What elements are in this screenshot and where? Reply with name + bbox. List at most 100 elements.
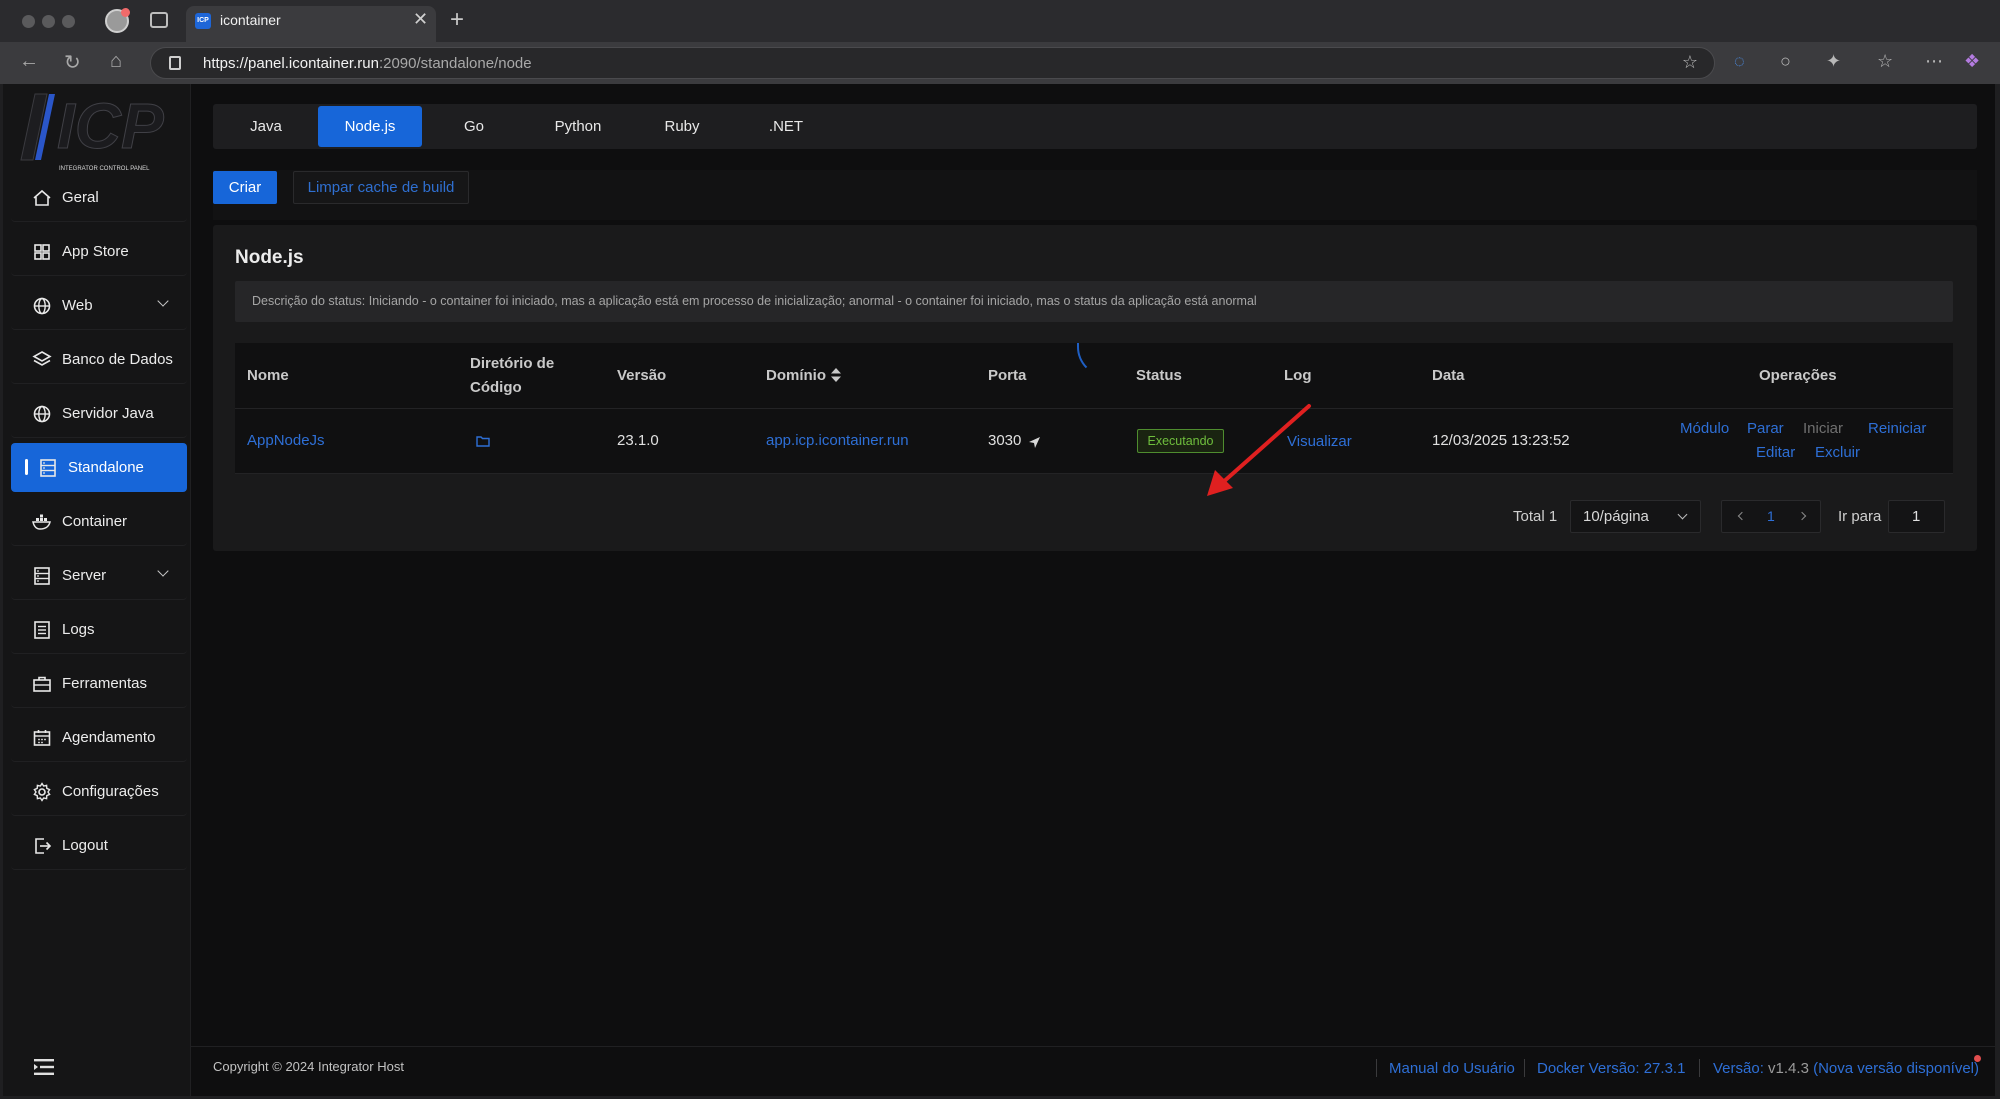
- sidebar-item-ferramentas[interactable]: Ferramentas: [11, 659, 187, 708]
- server-icon: [34, 567, 50, 585]
- sidebar-item-label: Logout: [62, 837, 108, 854]
- tab-nodejs[interactable]: Node.js: [318, 106, 422, 147]
- stop-link[interactable]: Parar: [1747, 420, 1784, 437]
- app-date: 12/03/2025 13:23:52: [1432, 432, 1570, 449]
- favorites-icon[interactable]: ☆: [1877, 51, 1893, 72]
- collapse-menu-icon[interactable]: [34, 1059, 54, 1075]
- new-version-link[interactable]: (Nova versão disponível): [1813, 1060, 1979, 1077]
- col-header-diretorio-1: Diretório de: [470, 355, 555, 372]
- sidebar-item-web[interactable]: Web: [11, 281, 187, 330]
- back-icon[interactable]: ←: [19, 50, 39, 73]
- tab-python[interactable]: Python: [526, 106, 630, 147]
- user-manual-link[interactable]: Manual do Usuário: [1389, 1060, 1515, 1077]
- window-close-button[interactable]: [22, 15, 35, 28]
- sidebar-item-logs[interactable]: Logs: [11, 605, 187, 654]
- window-minimize-button[interactable]: [42, 15, 55, 28]
- chevron-down-icon: [157, 565, 169, 577]
- extension-icon[interactable]: ◌: [1734, 51, 1745, 72]
- sidebar-item-geral[interactable]: Geral: [11, 173, 187, 222]
- panel-version[interactable]: Versão: v1.4.3 (Nova versão disponível): [1713, 1060, 1979, 1077]
- sidebar-item-agendamento[interactable]: Agendamento: [11, 713, 187, 762]
- toolbox-icon: [33, 676, 51, 692]
- chevron-down-icon: [157, 295, 169, 307]
- col-header-data: Data: [1432, 367, 1465, 384]
- tab-ruby[interactable]: Ruby: [630, 106, 734, 147]
- home-icon[interactable]: ⌂: [110, 50, 122, 73]
- page-size-select[interactable]: 10/página: [1570, 500, 1701, 533]
- next-page-icon[interactable]: [1797, 511, 1807, 521]
- address-bar[interactable]: https://panel.icontainer.run:2090/standa…: [150, 47, 1715, 79]
- window-zoom-button[interactable]: [62, 15, 75, 28]
- footer-divider: [1376, 1059, 1377, 1077]
- sidebar-item-app-store[interactable]: App Store: [11, 227, 187, 276]
- footer-divider: [1524, 1059, 1525, 1077]
- footer: Copyright © 2024 Integrator Host Manual …: [191, 1046, 1995, 1096]
- folder-icon[interactable]: [476, 435, 490, 447]
- profile-notification-dot: [121, 8, 130, 17]
- app-version: 23.1.0: [617, 432, 659, 449]
- col-header-porta: Porta: [988, 367, 1027, 384]
- reload-icon[interactable]: ↻: [64, 50, 81, 75]
- server-icon: [40, 459, 56, 477]
- tracking-icon[interactable]: ○: [1780, 51, 1791, 72]
- sidebar-item-logout[interactable]: Logout: [11, 821, 187, 870]
- prev-page-icon[interactable]: [1737, 511, 1747, 521]
- new-tab-icon[interactable]: +: [450, 6, 464, 34]
- tab-go[interactable]: Go: [422, 106, 526, 147]
- col-header-status: Status: [1136, 367, 1182, 384]
- docker-icon: [32, 514, 51, 530]
- version-value: v1.4.3: [1768, 1060, 1809, 1077]
- col-header-operacoes: Operações: [1759, 367, 1837, 384]
- more-menu-icon[interactable]: ⋯: [1925, 51, 1943, 72]
- status-description: Descrição do status: Iniciando - o conta…: [235, 281, 1953, 322]
- sort-icon[interactable]: [831, 368, 841, 382]
- tab-close-icon[interactable]: ✕: [413, 9, 428, 30]
- delete-link[interactable]: Excluir: [1815, 444, 1860, 461]
- apps-table: Nome Diretório de Código Versão Domínio …: [235, 343, 1953, 474]
- home-icon: [33, 189, 51, 206]
- row-divider: [235, 473, 1953, 474]
- app-root: ICP INTEGRATOR CONTROL PANEL Geral App St…: [3, 84, 1995, 1096]
- app-name-link[interactable]: AppNodeJs: [247, 432, 325, 449]
- send-icon[interactable]: [1028, 436, 1041, 449]
- docker-version-link[interactable]: Docker Versão: 27.3.1: [1537, 1060, 1685, 1077]
- tab-actions-icon[interactable]: [150, 12, 168, 28]
- create-button[interactable]: Criar: [213, 171, 277, 204]
- sidebar-item-label: Logs: [62, 621, 95, 638]
- sidebar-item-standalone[interactable]: Standalone: [11, 443, 187, 492]
- sidebar-item-label: Agendamento: [62, 729, 156, 746]
- tab-net[interactable]: .NET: [734, 106, 838, 147]
- layers-icon: [32, 351, 52, 366]
- sidebar-item-configuracoes[interactable]: Configurações: [11, 767, 187, 816]
- goto-page-input[interactable]: [1888, 500, 1945, 533]
- sidebar-item-label: Banco de Dados: [62, 351, 173, 368]
- edit-link[interactable]: Editar: [1756, 444, 1795, 461]
- sidebar-item-servidor-java[interactable]: Servidor Java: [11, 389, 187, 438]
- tab-java[interactable]: Java: [214, 106, 318, 147]
- page-current[interactable]: 1: [1767, 508, 1775, 524]
- tab-favicon-icon: ICP: [195, 13, 211, 29]
- lock-icon[interactable]: [169, 56, 181, 70]
- tab-title: icontainer: [220, 12, 281, 28]
- app-domain-link[interactable]: app.icp.icontainer.run: [766, 432, 909, 449]
- copilot-icon[interactable]: ❖: [1964, 51, 1980, 72]
- footer-divider: [1699, 1059, 1700, 1077]
- list-icon: [34, 621, 50, 639]
- browser-window: ICP icontainer ✕ + ← ↻ ⌂ https://panel.i…: [0, 0, 2000, 1099]
- sidebar-item-container[interactable]: Container: [11, 497, 187, 546]
- extensions-puzzle-icon[interactable]: ✦: [1826, 51, 1841, 72]
- sidebar-item-label: App Store: [62, 243, 129, 260]
- module-link[interactable]: Módulo: [1680, 420, 1729, 437]
- col-header-diretorio-2: Código: [470, 379, 522, 396]
- favorite-star-icon[interactable]: ☆: [1682, 52, 1698, 73]
- restart-link[interactable]: Reiniciar: [1868, 420, 1926, 437]
- annotation-arrow-icon: [1207, 404, 1311, 496]
- col-header-dominio[interactable]: Domínio: [766, 367, 841, 384]
- sidebar-item-banco-de-dados[interactable]: Banco de Dados: [11, 335, 187, 384]
- page-size-value: 10/página: [1583, 508, 1649, 525]
- loading-spinner-icon: [1077, 343, 1107, 377]
- clear-build-cache-button[interactable]: Limpar cache de build: [293, 171, 469, 204]
- url-host: https://panel.icontainer.run: [203, 55, 379, 72]
- sidebar-item-server[interactable]: Server: [11, 551, 187, 600]
- chevron-down-icon: [1677, 509, 1688, 520]
